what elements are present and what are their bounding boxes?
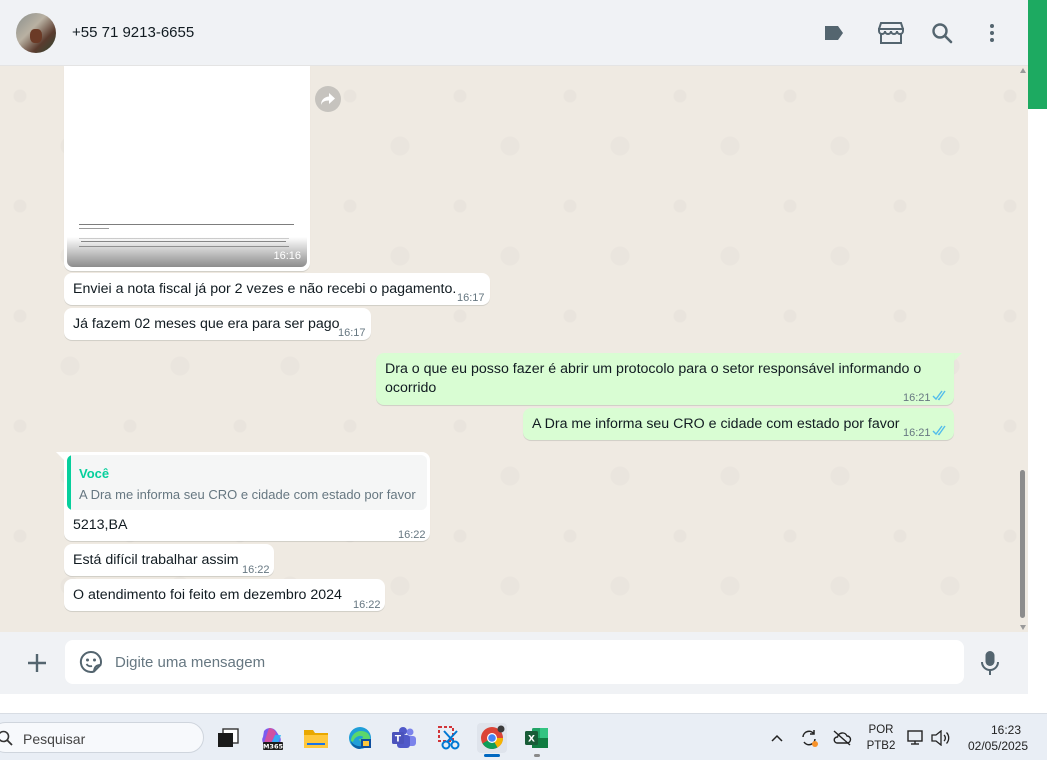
message-time: 16:22 <box>398 529 426 541</box>
message-bubble-incoming[interactable]: Você A Dra me informa seu CRO e cidade c… <box>64 452 430 541</box>
shop-icon[interactable] <box>878 20 904 46</box>
message-time: 16:21 <box>903 427 931 439</box>
message-text: 5213,BA <box>73 517 128 533</box>
windows-taskbar: Pesquisar M365 T X POR PTB2 16:23 02/05/… <box>0 713 1047 760</box>
message-bubble-incoming[interactable]: Enviei a nota fiscal já por 2 vezes e nã… <box>64 273 490 305</box>
display-icon[interactable] <box>905 723 927 753</box>
whatsapp-window: +55 71 9213-6655 16:16 Enviei a nota fis… <box>0 0 1028 694</box>
attach-plus-icon[interactable] <box>24 650 50 676</box>
clock-date[interactable]: 02/05/2025 <box>960 739 1036 753</box>
message-time: 16:16 <box>273 250 301 262</box>
volume-icon[interactable] <box>929 723 953 753</box>
message-input-box[interactable] <box>65 640 964 684</box>
scrollbar-thumb[interactable] <box>1020 470 1025 618</box>
bubble-tail <box>954 353 962 361</box>
taskbar-search[interactable]: Pesquisar <box>0 722 204 753</box>
scroll-up-arrow[interactable] <box>1020 68 1026 73</box>
file-explorer-icon[interactable] <box>301 723 331 753</box>
search-icon <box>0 730 13 746</box>
teams-icon[interactable]: T <box>389 723 419 753</box>
quoted-message[interactable]: Você A Dra me informa seu CRO e cidade c… <box>67 455 427 510</box>
chat-header: +55 71 9213-6655 <box>0 0 1028 66</box>
svg-text:X: X <box>528 735 535 745</box>
clock-time[interactable]: 16:23 <box>975 723 1037 737</box>
input-language[interactable]: POR <box>864 724 898 736</box>
message-text: Já fazem 02 meses que era para ser pago <box>73 316 340 332</box>
svg-text:T: T <box>395 735 402 745</box>
sync-icon[interactable] <box>796 723 822 753</box>
message-time: 16:17 <box>457 292 485 304</box>
message-text: O atendimento foi feito em dezembro 2024 <box>73 587 342 603</box>
edge-icon[interactable] <box>345 723 375 753</box>
message-bubble-incoming[interactable]: Está difícil trabalhar assim 16:22 <box>64 544 274 576</box>
message-time: 16:21 <box>903 392 931 404</box>
message-bubble-outgoing[interactable]: A Dra me informa seu CRO e cidade com es… <box>523 408 954 440</box>
message-bubble-incoming[interactable]: Já fazem 02 meses que era para ser pago … <box>64 308 371 340</box>
contact-name[interactable]: +55 71 9213-6655 <box>72 24 194 41</box>
quote-accent-bar <box>67 455 71 510</box>
message-scrollbar[interactable] <box>1018 66 1028 632</box>
message-text: Dra o que eu posso fazer é abrir um prot… <box>385 361 922 377</box>
excel-icon[interactable]: X <box>522 723 552 753</box>
message-bubble-incoming[interactable]: O atendimento foi feito em dezembro 2024… <box>64 579 385 611</box>
image-message[interactable]: 16:16 <box>64 66 310 271</box>
m365-icon[interactable]: M365 <box>257 723 287 753</box>
read-receipt-icon <box>932 425 946 436</box>
running-app-indicator <box>534 754 540 757</box>
snipping-tool-icon[interactable] <box>434 723 464 753</box>
contact-avatar[interactable] <box>16 13 56 53</box>
message-text: Está difícil trabalhar assim <box>73 552 239 568</box>
message-text: A Dra me informa seu CRO e cidade com es… <box>532 416 900 432</box>
active-app-indicator <box>484 754 500 757</box>
search-icon[interactable] <box>929 20 955 46</box>
sticker-emoji-icon[interactable] <box>79 650 103 674</box>
message-composer <box>0 632 1028 694</box>
read-receipt-icon <box>932 390 946 401</box>
message-text: ocorrido <box>385 380 437 396</box>
message-bubble-outgoing[interactable]: Dra o que eu posso fazer é abrir um prot… <box>376 353 954 405</box>
quote-author: Você <box>79 466 110 481</box>
message-time: 16:22 <box>353 599 381 611</box>
quote-text: A Dra me informa seu CRO e cidade com es… <box>79 487 416 502</box>
search-label: Pesquisar <box>23 731 86 747</box>
image-shade <box>67 237 307 267</box>
bubble-tail <box>56 452 64 460</box>
message-time: 16:17 <box>338 327 366 339</box>
chrome-icon[interactable] <box>477 723 507 753</box>
keyboard-layout[interactable]: PTB2 <box>864 740 898 752</box>
scroll-down-arrow[interactable] <box>1020 625 1026 630</box>
cloud-offline-icon[interactable] <box>829 723 855 753</box>
microphone-icon[interactable] <box>980 650 1004 678</box>
message-text: Enviei a nota fiscal já por 2 vezes e nã… <box>73 281 457 297</box>
label-icon[interactable] <box>821 20 847 46</box>
forward-button[interactable] <box>315 86 341 112</box>
task-view-icon[interactable] <box>213 723 243 753</box>
menu-icon[interactable] <box>979 20 1005 46</box>
svg-text:M365: M365 <box>263 743 284 751</box>
brand-strip <box>1028 0 1047 109</box>
tray-chevron-up-icon[interactable] <box>764 723 790 753</box>
document-image[interactable]: 16:16 <box>67 66 307 267</box>
side-strip <box>1028 0 1047 694</box>
message-time: 16:22 <box>242 564 270 576</box>
message-input[interactable] <box>115 640 945 684</box>
